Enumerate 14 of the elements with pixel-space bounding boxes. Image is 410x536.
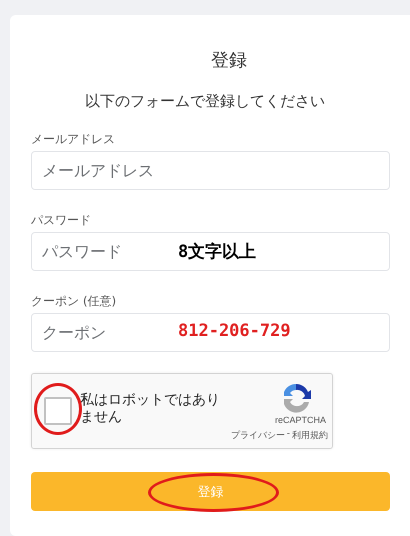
field-label: パスワード bbox=[31, 212, 91, 229]
input-field[interactable]: メールアドレス bbox=[31, 151, 390, 190]
checkbox[interactable] bbox=[44, 397, 72, 425]
annotation-text: 8文字以上 bbox=[178, 241, 256, 263]
brand-text: reCAPTCHA bbox=[274, 414, 326, 424]
form-subtitle: 以下のフォームで登録してください bbox=[85, 92, 325, 111]
footer-link[interactable]: 利用規約 bbox=[292, 428, 328, 442]
annotation-text: 812-206-729 bbox=[178, 321, 291, 341]
field-label: クーポン (任意) bbox=[31, 293, 116, 310]
form-title: 登録 bbox=[211, 49, 247, 72]
separator-text: - bbox=[286, 428, 290, 440]
footer-link[interactable]: プライバシー bbox=[230, 428, 285, 442]
captcha-label: 私はロボットではありません bbox=[80, 392, 221, 426]
field-label: メールアドレス bbox=[31, 131, 115, 148]
